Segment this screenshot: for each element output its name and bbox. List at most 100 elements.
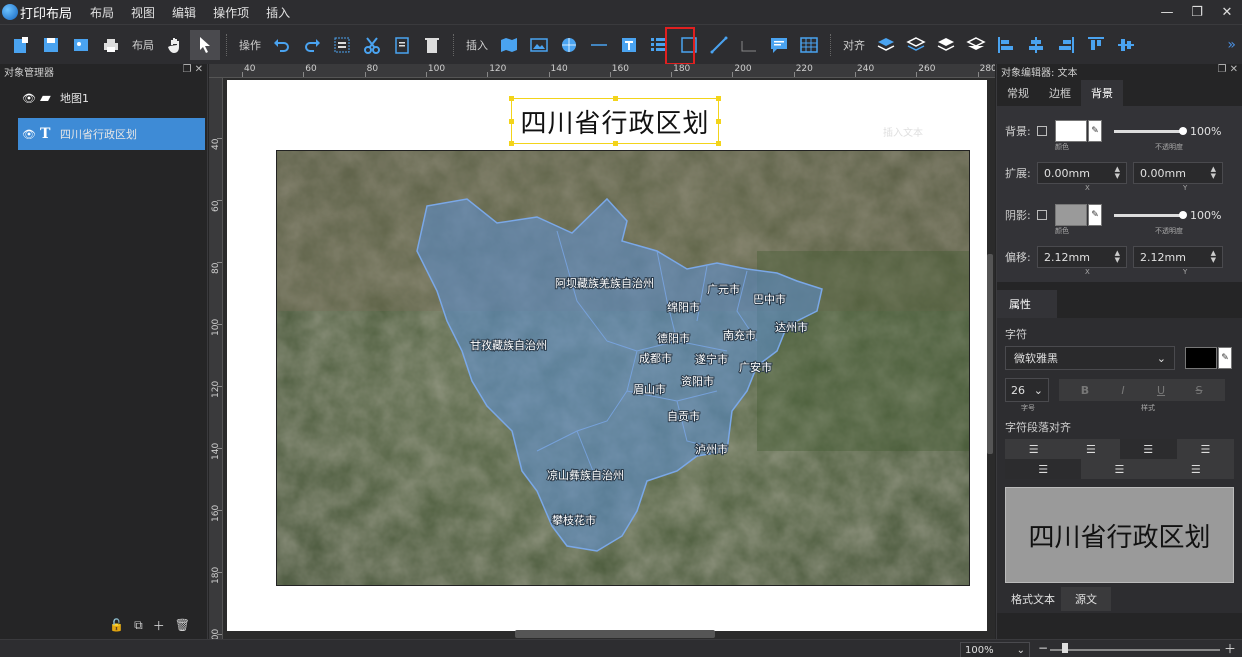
- menu-insert[interactable]: 插入: [266, 4, 290, 21]
- insert-scalebar-icon[interactable]: [734, 30, 764, 60]
- layout-page[interactable]: 四川省行政区划 阿坝藏族羌族自治州 广元市 巴中市 绵阳市 南充市 达州市 德阳…: [227, 80, 987, 631]
- undo-icon[interactable]: [267, 30, 297, 60]
- text-align-right-icon[interactable]: ☰: [1177, 439, 1234, 459]
- resize-handle[interactable]: [716, 119, 721, 124]
- bold-icon[interactable]: B: [1067, 381, 1103, 399]
- layer-item-text[interactable]: 👁 T 四川省行政区划: [18, 118, 205, 150]
- spin-arrows-icon[interactable]: ▲ ▼: [1115, 166, 1120, 180]
- new-layout-icon[interactable]: [6, 30, 36, 60]
- offset-y-input[interactable]: 2.12mm ▲ ▼: [1133, 246, 1223, 268]
- background-opacity-slider[interactable]: [1114, 126, 1187, 135]
- visibility-eye-icon[interactable]: 👁: [22, 92, 36, 105]
- pan-hand-icon[interactable]: [160, 30, 190, 60]
- redo-icon[interactable]: [297, 30, 327, 60]
- align-middle-v-icon[interactable]: [1111, 30, 1141, 60]
- valign-bottom-icon[interactable]: ☰: [1158, 459, 1234, 479]
- align-top-icon[interactable]: [1081, 30, 1111, 60]
- eyedropper-icon[interactable]: ✎: [1088, 204, 1102, 226]
- insert-rectangle-icon[interactable]: [674, 30, 704, 60]
- insert-globe-icon[interactable]: [554, 30, 584, 60]
- select-all-icon[interactable]: [327, 30, 357, 60]
- resize-handle[interactable]: [509, 119, 514, 124]
- toolbar-overflow-icon[interactable]: »: [1227, 37, 1236, 53]
- export-image-icon[interactable]: [66, 30, 96, 60]
- vertical-scrollbar[interactable]: [987, 254, 993, 454]
- menu-edit[interactable]: 编辑: [172, 4, 196, 21]
- panel-float-close-icon[interactable]: ❐ ✕: [182, 64, 203, 75]
- menu-layout[interactable]: 布局: [90, 4, 114, 21]
- select-pointer-icon[interactable]: [190, 29, 220, 60]
- slider-knob[interactable]: [1179, 210, 1187, 219]
- text-preview-box[interactable]: 四川省行政区划: [1005, 487, 1234, 583]
- raise-layer-icon[interactable]: [871, 30, 901, 60]
- text-align-left-icon[interactable]: ☰: [1005, 439, 1062, 459]
- zoom-dropdown[interactable]: 100% ⌄: [960, 642, 1030, 657]
- valign-middle-icon[interactable]: ☰: [1081, 459, 1157, 479]
- bring-front-icon[interactable]: [931, 30, 961, 60]
- menu-actions[interactable]: 操作项: [213, 4, 249, 21]
- zoom-slider[interactable]: [1050, 649, 1220, 651]
- insert-map-icon[interactable]: [494, 30, 524, 60]
- background-checkbox[interactable]: [1037, 126, 1047, 136]
- font-color-swatch[interactable]: [1185, 347, 1217, 369]
- panel-float-close-icon[interactable]: ❐ ✕: [1217, 64, 1238, 75]
- italic-icon[interactable]: I: [1105, 381, 1141, 399]
- eyedropper-icon[interactable]: ✎: [1218, 347, 1232, 369]
- resize-handle[interactable]: [613, 141, 618, 146]
- slider-knob[interactable]: [1179, 126, 1187, 135]
- tab-background[interactable]: 背景: [1081, 80, 1123, 106]
- visibility-eye-icon[interactable]: 👁: [22, 128, 36, 141]
- save-icon[interactable]: [36, 30, 66, 60]
- duplicate-icon[interactable]: ⧉: [134, 618, 143, 633]
- insert-legend-icon[interactable]: [644, 30, 674, 60]
- close-button[interactable]: ✕: [1212, 0, 1242, 24]
- eyedropper-icon[interactable]: ✎: [1088, 120, 1102, 142]
- lower-layer-icon[interactable]: [901, 30, 931, 60]
- background-color-swatch[interactable]: [1055, 120, 1087, 142]
- resize-handle[interactable]: [509, 141, 514, 146]
- maximize-button[interactable]: ❐: [1182, 0, 1212, 24]
- shadow-opacity-slider[interactable]: [1114, 210, 1187, 219]
- align-left-icon[interactable]: [991, 30, 1021, 60]
- layer-item-map[interactable]: 👁 ▰ 地图1: [0, 82, 207, 114]
- resize-handle[interactable]: [613, 96, 618, 101]
- text-align-center-icon[interactable]: ☰: [1119, 439, 1177, 459]
- insert-table-icon[interactable]: [794, 30, 824, 60]
- map-frame[interactable]: 阿坝藏族羌族自治州 广元市 巴中市 绵阳市 南充市 达州市 德阳市 甘孜藏族自治州 成都市 遂宁市…: [276, 150, 970, 586]
- title-text-frame[interactable]: 四川省行政区划: [509, 96, 721, 146]
- expand-x-input[interactable]: 0.00mm ▲ ▼: [1037, 162, 1127, 184]
- shadow-color-swatch[interactable]: [1055, 204, 1087, 226]
- add-icon[interactable]: ＋: [153, 617, 165, 634]
- print-icon[interactable]: [96, 30, 126, 60]
- attributes-tab[interactable]: 属性: [997, 290, 1057, 318]
- valign-top-icon[interactable]: ☰: [1005, 459, 1082, 479]
- trash-icon[interactable]: 🗑: [175, 618, 190, 632]
- text-align-justify-icon[interactable]: ☰: [1062, 439, 1119, 459]
- insert-line-icon[interactable]: [584, 30, 614, 60]
- insert-text-icon[interactable]: [614, 30, 644, 60]
- resize-handle[interactable]: [716, 141, 721, 146]
- horizontal-scrollbar[interactable]: [515, 630, 715, 638]
- shadow-checkbox[interactable]: [1037, 210, 1047, 220]
- resize-handle[interactable]: [716, 96, 721, 101]
- tab-source-text[interactable]: 源文: [1061, 587, 1111, 611]
- offset-x-input[interactable]: 2.12mm ▲ ▼: [1037, 246, 1127, 268]
- spin-arrows-icon[interactable]: ▲ ▼: [1115, 250, 1120, 264]
- spin-arrows-icon[interactable]: ▲ ▼: [1211, 166, 1216, 180]
- zoom-in-icon[interactable]: ＋: [1224, 640, 1236, 657]
- cut-icon[interactable]: [357, 30, 387, 60]
- tab-border[interactable]: 边框: [1039, 80, 1081, 106]
- paste-icon[interactable]: [387, 30, 417, 60]
- lock-icon[interactable]: 🔓: [109, 618, 124, 632]
- resize-handle[interactable]: [509, 96, 514, 101]
- align-center-h-icon[interactable]: [1021, 30, 1051, 60]
- zoom-slider-knob[interactable]: [1062, 643, 1068, 653]
- minimize-button[interactable]: —: [1152, 0, 1182, 24]
- spin-arrows-icon[interactable]: ▲ ▼: [1211, 250, 1216, 264]
- align-right-icon[interactable]: [1051, 30, 1081, 60]
- tab-general[interactable]: 常规: [997, 80, 1039, 106]
- insert-polyline-icon[interactable]: [704, 30, 734, 60]
- insert-label-icon[interactable]: [764, 30, 794, 60]
- delete-icon[interactable]: [417, 30, 447, 60]
- font-family-dropdown[interactable]: 微软雅黑 ⌄: [1005, 346, 1175, 370]
